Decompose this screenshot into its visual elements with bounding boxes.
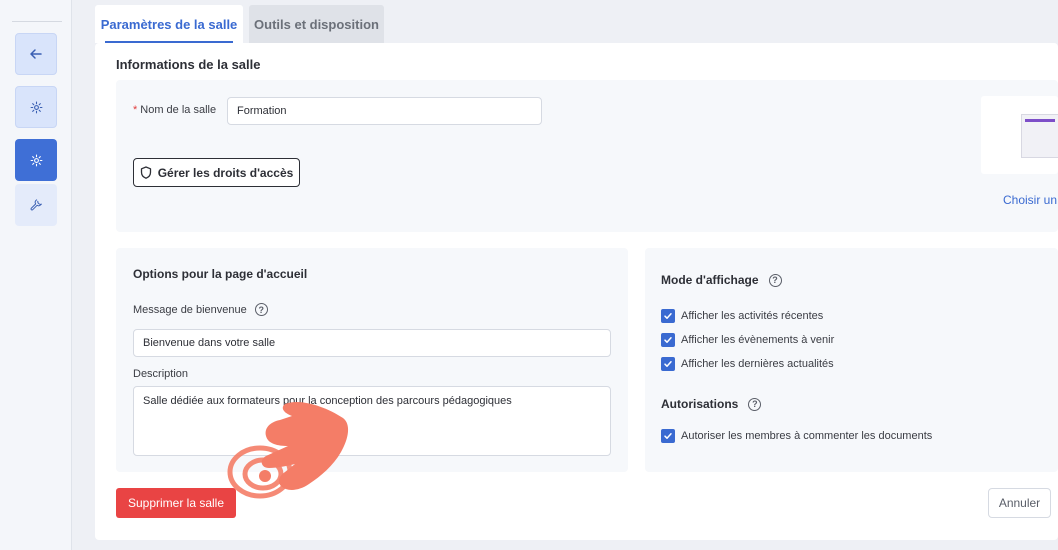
display-mode-title: Mode d'affichage ? xyxy=(661,273,782,287)
checkbox-allow-comments[interactable]: Autoriser les membres à commenter les do… xyxy=(661,429,932,443)
delete-room-button[interactable]: Supprimer la salle xyxy=(116,488,236,518)
hand-pointer-icon xyxy=(227,401,349,499)
choose-image-link[interactable]: Choisir un xyxy=(1003,193,1057,207)
tab-label: Outils et disposition xyxy=(254,16,379,32)
description-label: Description xyxy=(133,368,188,380)
tools-button[interactable] xyxy=(15,184,57,226)
gear-icon xyxy=(30,154,42,166)
preview-screenshot xyxy=(1021,114,1058,158)
checkmark-icon xyxy=(664,337,672,343)
room-name-label: * Nom de la salle xyxy=(133,104,216,116)
preview-header-bar xyxy=(1025,119,1055,122)
tab-tools-layout[interactable]: Outils et disposition xyxy=(249,5,384,43)
tab-label: Paramètres de la salle xyxy=(100,16,238,32)
sidebar xyxy=(0,0,72,550)
help-circle-icon[interactable]: ? xyxy=(748,397,762,411)
welcome-message-input[interactable]: Bienvenue dans votre salle xyxy=(133,329,611,357)
checkbox[interactable] xyxy=(661,309,675,323)
room-image-preview xyxy=(981,96,1058,174)
display-mode-title-text: Mode d'affichage xyxy=(661,273,759,287)
help-circle-icon[interactable]: ? xyxy=(254,303,268,316)
settings-button[interactable] xyxy=(15,86,57,128)
checkbox-label: Afficher les dernières actualités xyxy=(681,358,834,370)
authorizations-title: Autorisations ? xyxy=(661,397,762,411)
checkmark-icon xyxy=(664,361,672,367)
back-button[interactable] xyxy=(15,33,57,75)
checkmark-icon xyxy=(664,433,672,439)
room-name-input[interactable]: Formation xyxy=(227,97,542,125)
welcome-message-label-text: Message de bienvenue xyxy=(133,303,247,316)
shield-icon xyxy=(140,166,151,179)
checkmark-icon xyxy=(664,313,672,319)
room-name-label-text: Nom de la salle xyxy=(140,104,217,116)
checkbox[interactable] xyxy=(661,429,675,443)
manage-access-label: Gérer les droits d'accès xyxy=(157,165,294,180)
wrench-icon xyxy=(30,198,42,210)
checkbox-label: Autoriser les membres à commenter les do… xyxy=(681,430,933,442)
description-label-text: Description xyxy=(133,368,189,380)
manage-access-button[interactable]: Gérer les droits d'accès xyxy=(133,158,300,187)
checkbox[interactable] xyxy=(661,357,675,371)
room-name-value: Formation xyxy=(237,105,287,117)
required-mark: * xyxy=(133,104,138,116)
welcome-message-label: Message de bienvenue ? xyxy=(133,303,268,316)
checkbox[interactable] xyxy=(661,333,675,347)
section-title-info: Informations de la salle xyxy=(116,57,261,72)
gear-icon xyxy=(30,101,42,113)
help-circle-icon[interactable]: ? xyxy=(768,273,782,287)
arrow-left-icon xyxy=(30,49,42,59)
checkbox-upcoming-events[interactable]: Afficher les évènements à venir xyxy=(661,333,834,347)
checkbox-recent-activities[interactable]: Afficher les activités récentes xyxy=(661,309,823,323)
checkbox-label: Afficher les évènements à venir xyxy=(681,334,835,346)
description-textarea[interactable]: Salle dédiée aux formateurs pour la conc… xyxy=(133,386,611,456)
tab-room-settings[interactable]: Paramètres de la salle xyxy=(95,5,243,43)
sidebar-divider xyxy=(12,21,62,22)
authorizations-title-text: Autorisations xyxy=(661,397,739,411)
homepage-options-title: Options pour la page d'accueil xyxy=(133,267,308,281)
cancel-button[interactable]: Annuler xyxy=(988,488,1051,518)
checkbox-label: Afficher les activités récentes xyxy=(681,310,824,322)
welcome-message-value: Bienvenue dans votre salle xyxy=(143,337,276,349)
checkbox-latest-news[interactable]: Afficher les dernières actualités xyxy=(661,357,834,371)
room-settings-button[interactable] xyxy=(15,139,57,181)
